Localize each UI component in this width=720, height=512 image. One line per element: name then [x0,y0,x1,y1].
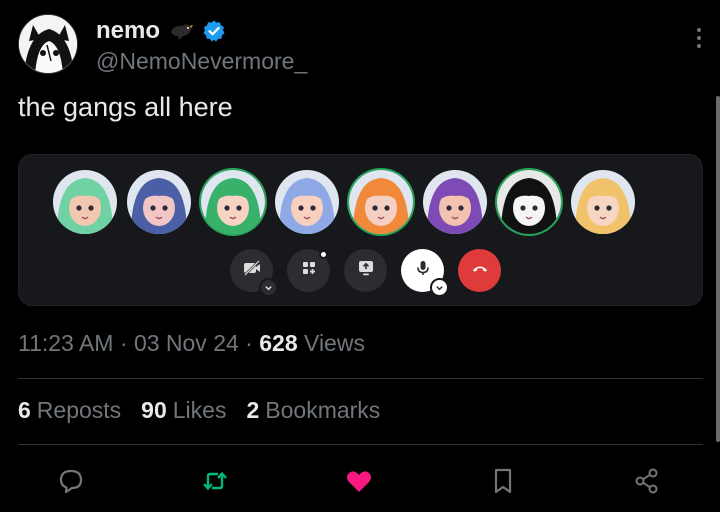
screen-share-icon [356,258,376,283]
tweet-actions [0,462,720,502]
more-options-icon[interactable] [696,28,702,50]
author-display-name[interactable]: nemo [96,17,160,45]
notification-dot [319,250,328,259]
likes-count: 90 [141,397,167,423]
bird-emoji-icon [168,20,194,42]
participant-avatar[interactable] [423,170,487,234]
verified-badge-icon[interactable] [202,19,226,43]
engagement-stats: 6 Reposts 90 Likes 2 Bookmarks [18,397,380,424]
views-label: Views [297,330,365,356]
reposts-count: 6 [18,397,31,423]
hang-up-icon [470,258,490,283]
divider [18,378,703,379]
chevron-down-icon[interactable] [259,278,278,297]
likes-label: Likes [172,397,227,423]
bookmark-icon[interactable] [488,466,518,496]
call-participants [53,170,635,234]
tweet-time[interactable]: 11:23 AM [18,330,113,357]
participant-avatar[interactable] [53,170,117,234]
bookmarks-label: Bookmarks [265,397,381,423]
author-handle[interactable]: @NemoNevermore_ [96,48,307,75]
tweet-meta: 11:23 AM · 03 Nov 24 · 628 Views [18,330,365,357]
repost-icon[interactable] [200,466,230,496]
participant-avatar[interactable] [127,170,191,234]
screen-share-button[interactable] [344,249,387,292]
reposts-stat[interactable]: 6 Reposts [18,397,121,424]
reposts-label: Reposts [36,397,122,423]
separator: · [113,330,134,356]
share-icon[interactable] [632,466,662,496]
participant-avatar[interactable] [349,170,413,234]
microphone-button[interactable] [401,249,449,297]
hang-up-button[interactable] [458,249,501,292]
tweet-date[interactable]: 03 Nov 24 [134,330,239,357]
activities-icon [299,258,319,283]
camera-off-icon [242,258,262,283]
divider [18,444,703,445]
microphone-icon [413,258,433,283]
reply-icon[interactable] [56,466,86,496]
chevron-down-icon[interactable] [430,278,449,297]
separator: · [238,330,260,356]
like-icon[interactable] [344,466,374,496]
scrollbar[interactable] [716,96,720,442]
participant-avatar[interactable] [571,170,635,234]
views-count: 628 [259,330,298,356]
participant-avatar[interactable] [497,170,561,234]
activities-button[interactable] [287,249,330,292]
camera-off-button[interactable] [230,249,278,297]
bookmarks-count: 2 [246,397,260,423]
tweet-text: the gangs all here [18,92,233,122]
voice-call-image[interactable] [18,154,703,306]
participant-avatar[interactable] [275,170,339,234]
participant-avatar[interactable] [201,170,265,234]
tweet-header: nemo @NemoNevermore_ [18,14,708,76]
likes-stat[interactable]: 90 Likes [141,397,226,424]
call-controls [230,249,501,297]
author-avatar[interactable] [18,14,78,74]
bookmarks-stat[interactable]: 2 Bookmarks [246,397,380,424]
